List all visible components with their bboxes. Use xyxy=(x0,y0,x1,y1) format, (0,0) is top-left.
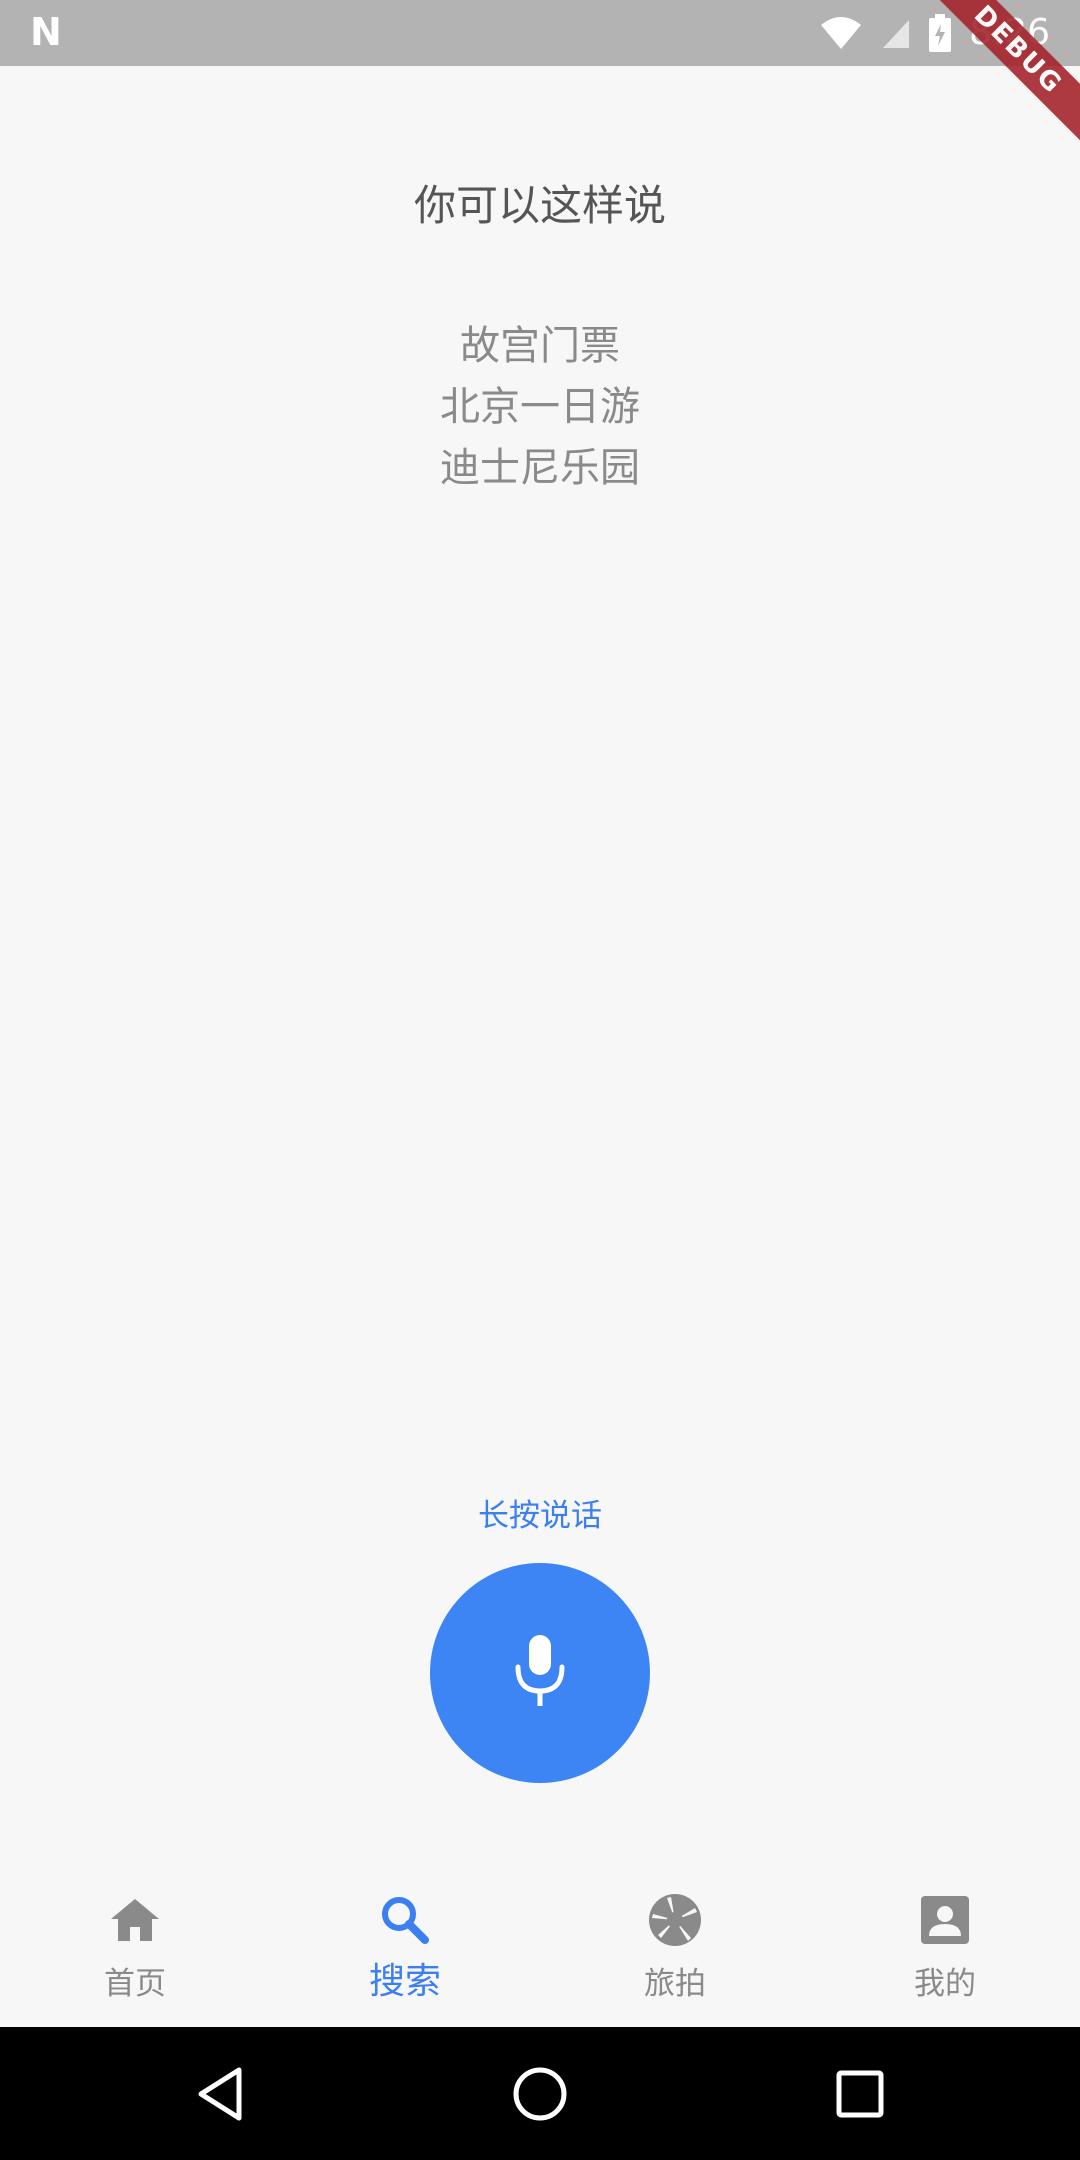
press-to-speak-hint: 长按说话 xyxy=(478,1498,602,1534)
tab-mine[interactable]: 我的 xyxy=(810,1865,1080,2027)
home-button[interactable] xyxy=(505,2059,575,2129)
microphone-icon xyxy=(515,1635,565,1706)
suggestion-item[interactable]: 故宫门票 xyxy=(0,316,1080,377)
back-button[interactable] xyxy=(185,2059,255,2129)
status-bar: N 8:26 DEBUG xyxy=(0,0,1080,157)
tab-travel-photo-label: 旅拍 xyxy=(644,1966,706,2002)
home-icon xyxy=(105,1890,165,1950)
bottom-navigation: 首页 搜索 旅拍 我的 xyxy=(0,1865,1080,2027)
account-box-icon xyxy=(915,1890,975,1950)
search-icon xyxy=(375,1890,435,1950)
signal-icon xyxy=(883,20,910,48)
suggestion-item[interactable]: 迪士尼乐园 xyxy=(0,438,1080,499)
voice-search-screen: N 8:26 DEBUG 你可以这样说 故宫门票 北京一日游 迪士尼乐园 长按说… xyxy=(0,0,1080,2160)
tab-mine-label: 我的 xyxy=(914,1966,976,2002)
tab-travel-photo[interactable]: 旅拍 xyxy=(540,1865,810,2027)
tab-home-label: 首页 xyxy=(104,1966,166,2002)
back-icon xyxy=(198,2067,242,2121)
notification-n-icon: N xyxy=(30,10,62,54)
battery-icon xyxy=(929,14,952,52)
system-navigation-bar xyxy=(0,2027,1080,2160)
recents-button[interactable] xyxy=(825,2059,895,2129)
tab-search-label: 搜索 xyxy=(368,1961,441,2002)
hint-title: 你可以这样说 xyxy=(413,181,666,230)
camera-aperture-icon xyxy=(645,1890,705,1950)
tab-search[interactable]: 搜索 xyxy=(270,1865,540,2027)
recents-icon xyxy=(836,2070,884,2118)
suggestion-item[interactable]: 北京一日游 xyxy=(0,377,1080,438)
wifi-icon xyxy=(821,17,862,49)
home-circle-icon xyxy=(513,2067,567,2121)
microphone-button[interactable] xyxy=(430,1563,650,1783)
tab-home[interactable]: 首页 xyxy=(0,1865,270,2027)
suggestion-list: 故宫门票 北京一日游 迪士尼乐园 xyxy=(0,316,1080,499)
